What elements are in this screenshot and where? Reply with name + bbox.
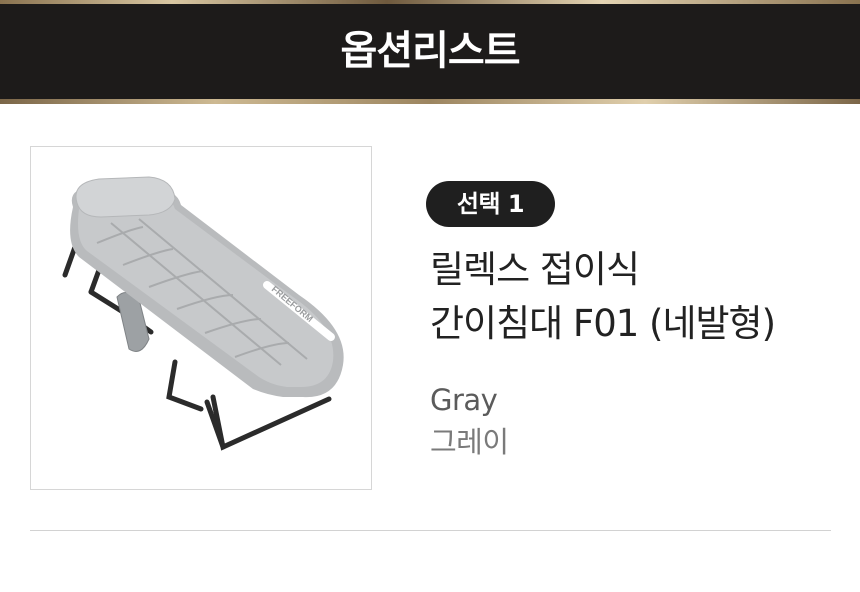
color-name-korean: 그레이 bbox=[430, 425, 509, 459]
color-name-english: Gray bbox=[430, 383, 498, 417]
header-title: 옵션리스트 bbox=[340, 28, 521, 74]
cot-pillow bbox=[75, 176, 176, 218]
header-gold-border-bottom bbox=[0, 99, 860, 104]
product-name[interactable]: 릴렉스 접이식 간이침대 F01 (네발형) bbox=[430, 243, 855, 351]
product-name-line-1: 릴렉스 접이식 bbox=[430, 248, 640, 291]
product-name-line-2: 간이침대 F01 (네발형) bbox=[430, 302, 776, 345]
product-image-frame[interactable]: FREEFORM bbox=[30, 146, 372, 490]
option-list-header: 옵션리스트 bbox=[0, 0, 860, 104]
option-number-badge: 선택 1 bbox=[426, 181, 555, 227]
folding-cot-image: FREEFORM bbox=[62, 176, 344, 451]
header-gold-border-top bbox=[0, 0, 860, 4]
cot-mattress-top bbox=[78, 193, 334, 387]
section-divider bbox=[30, 530, 831, 531]
